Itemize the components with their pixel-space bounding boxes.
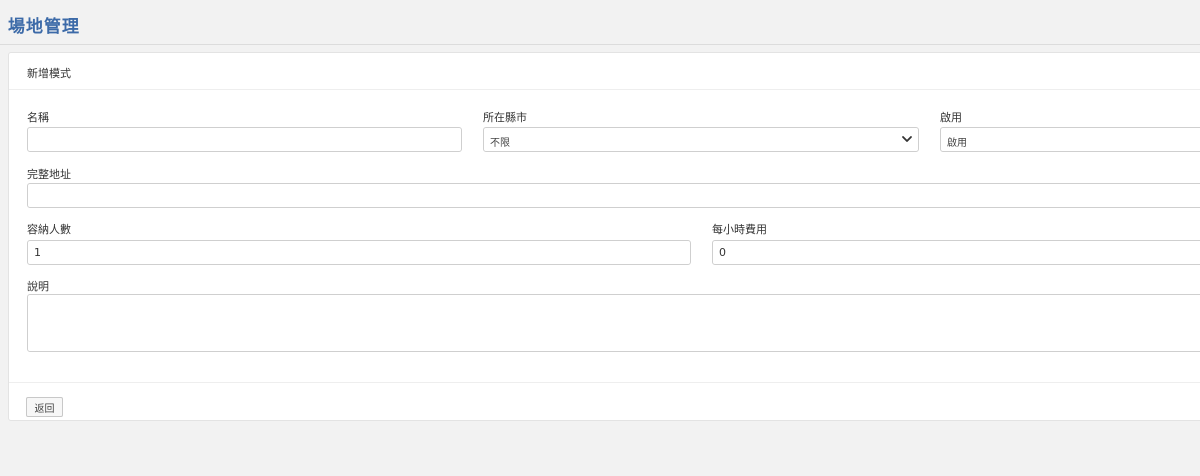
page: 場地管理 新增模式 名稱 所在縣市 不限 啟用 啟用 完整地址 容納人數 每小時…	[0, 0, 1200, 476]
capacity-field[interactable]	[27, 240, 691, 265]
enabled-label: 啟用	[940, 111, 962, 124]
address-label: 完整地址	[27, 168, 71, 181]
page-title: 場地管理	[8, 17, 80, 37]
enabled-select[interactable]: 啟用	[940, 127, 1200, 152]
panel-heading-text: 新增模式	[27, 67, 71, 80]
panel-heading: 新增模式	[9, 53, 1200, 90]
hourly-fee-label: 每小時費用	[712, 223, 767, 236]
city-label: 所在縣市	[483, 111, 527, 124]
form-panel: 新增模式 名稱 所在縣市 不限 啟用 啟用 完整地址 容納人數 每小時費用 說明…	[8, 52, 1200, 421]
description-field[interactable]	[27, 294, 1200, 352]
footer-divider	[9, 382, 1200, 383]
hourly-fee-field[interactable]	[712, 240, 1200, 265]
capacity-label: 容納人數	[27, 223, 71, 236]
back-button[interactable]: 返回	[26, 397, 63, 417]
description-label: 說明	[27, 280, 49, 293]
city-select-value: 不限	[490, 138, 510, 149]
chevron-down-icon	[902, 136, 912, 142]
name-field[interactable]	[27, 127, 462, 152]
city-select[interactable]: 不限	[483, 127, 919, 152]
address-field[interactable]	[27, 183, 1200, 208]
enabled-select-value: 啟用	[947, 138, 967, 149]
name-label: 名稱	[27, 111, 49, 124]
title-divider	[0, 44, 1200, 45]
